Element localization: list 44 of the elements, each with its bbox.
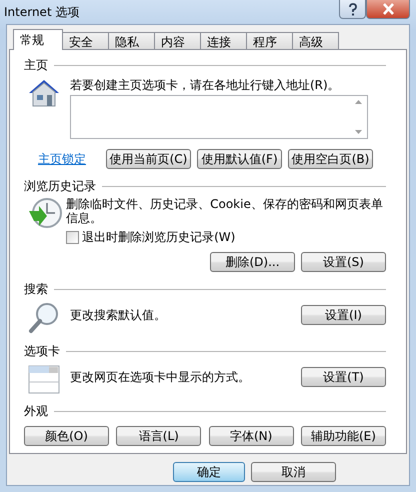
homepage-lock-link[interactable]: 主页锁定 (38, 150, 96, 168)
button[interactable]: 设置(I) (301, 305, 386, 325)
help-icon (348, 2, 358, 16)
tab[interactable]: 高级 (292, 32, 339, 50)
button[interactable]: 字体(N) (208, 426, 294, 446)
checkbox[interactable] (66, 230, 80, 244)
button[interactable]: 使用默认值(F) (197, 149, 282, 169)
button[interactable]: 确定 (173, 462, 245, 482)
description-text: 删除临时文件、历史记录、Cookie、保存的密码和网页表单信息。 (66, 197, 384, 225)
section-title: 搜索 (24, 281, 48, 298)
button[interactable]: 设置(S) (301, 252, 386, 272)
tab[interactable]: 内容 (154, 32, 201, 50)
help-button[interactable] (339, 0, 366, 19)
tab[interactable]: 程序 (246, 32, 293, 50)
section-title: 主页 (24, 57, 48, 74)
button[interactable]: 颜色(O) (24, 426, 109, 446)
tab[interactable]: 安全 (62, 32, 109, 50)
house-icon (28, 78, 60, 108)
button[interactable]: 使用当前页(C) (106, 149, 191, 169)
button[interactable]: 辅助功能(E) (300, 426, 386, 446)
description-text: 更改搜索默认值。 (70, 308, 166, 322)
button[interactable]: 使用空白页(B) (288, 149, 373, 169)
close-icon (382, 3, 394, 15)
address-field[interactable] (70, 95, 368, 139)
tabbed-window-icon (28, 364, 60, 394)
checkbox-label: 退出时删除浏览历史记录(W) (82, 229, 236, 246)
description-text: 若要创建主页选项卡，请在各地址行键入地址(R)。 (70, 78, 341, 92)
close-button[interactable] (366, 0, 410, 19)
tab[interactable]: 连接 (200, 32, 247, 50)
button[interactable]: 删除(D)... (210, 252, 295, 272)
tab[interactable]: 隐私 (108, 32, 155, 50)
scroll-down-icon (355, 130, 362, 134)
clock-icon (28, 197, 62, 229)
window-title: Internet 选项 (4, 4, 80, 21)
tab[interactable]: 常规 (13, 29, 63, 50)
section-title: 外观 (24, 403, 48, 420)
search-icon (28, 302, 60, 334)
button[interactable]: 语言(L) (116, 426, 202, 446)
scroll-up-icon (355, 100, 362, 104)
section-title: 浏览历史记录 (24, 178, 96, 195)
description-text: 更改网页在选项卡中显示的方式。 (70, 370, 250, 384)
button[interactable]: 取消 (251, 462, 336, 482)
button[interactable]: 设置(T) (301, 367, 386, 387)
section-title: 选项卡 (24, 343, 60, 360)
